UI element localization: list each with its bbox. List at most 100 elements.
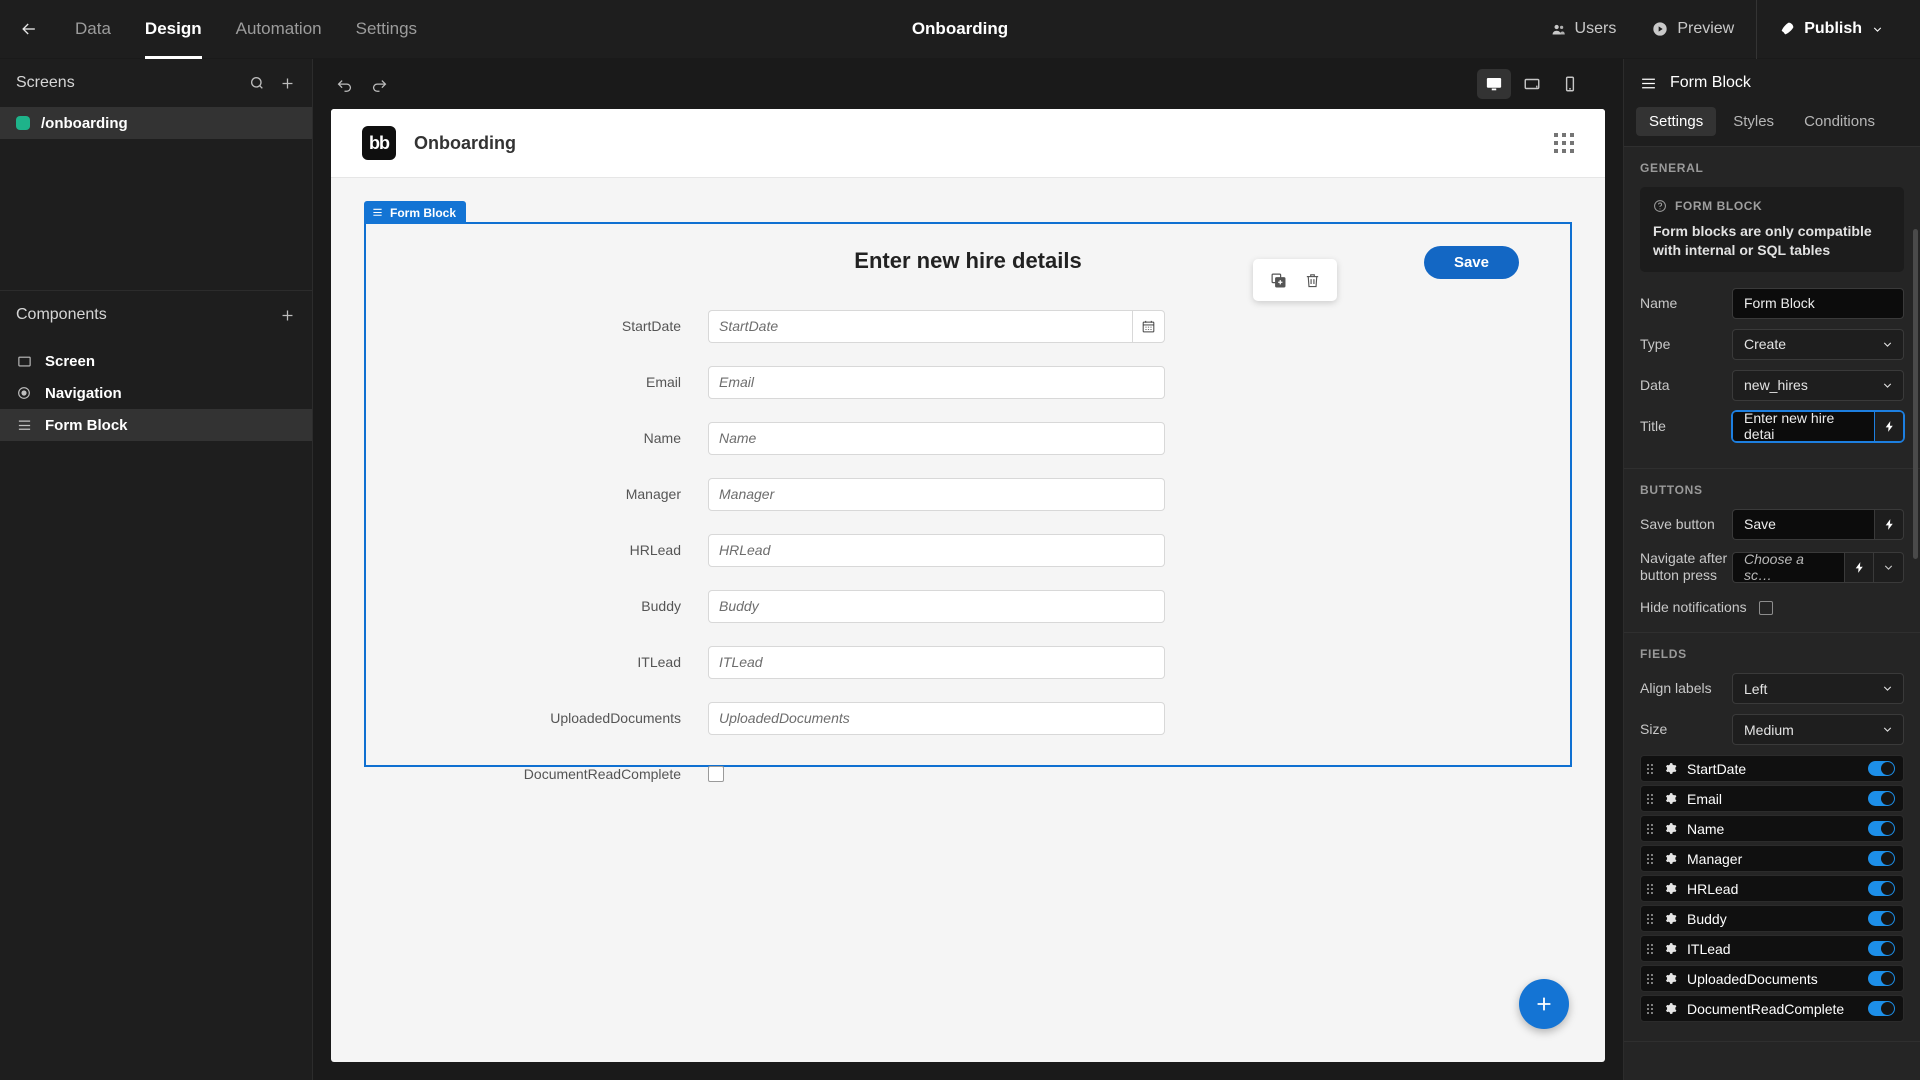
field-item-uploadeddocuments[interactable]: UploadedDocuments xyxy=(1640,965,1904,993)
back-button[interactable] xyxy=(0,0,58,59)
device-mobile-button[interactable] xyxy=(1553,69,1587,99)
field-item-documentreadcomplete-toggle[interactable] xyxy=(1868,1001,1895,1017)
device-tablet-button[interactable] xyxy=(1515,69,1549,99)
field-item-manager-toggle[interactable] xyxy=(1868,851,1895,867)
form-title-input[interactable]: Enter new hire detai xyxy=(1732,410,1874,442)
uploadeddocuments-input[interactable]: UploadedDocuments xyxy=(708,701,1165,735)
form-title-binding-button[interactable] xyxy=(1874,410,1904,442)
form-field-name-label: Name xyxy=(643,430,681,446)
field-item-name[interactable]: Name xyxy=(1640,815,1904,843)
gear-icon[interactable] xyxy=(1664,762,1677,775)
align-labels-value: Left xyxy=(1744,680,1768,697)
field-item-buddy-toggle[interactable] xyxy=(1868,911,1895,927)
nav-tab-automation[interactable]: Automation xyxy=(219,0,339,59)
publish-button[interactable]: Publish xyxy=(1761,0,1902,59)
drag-handle-icon[interactable] xyxy=(1647,943,1654,954)
gear-icon[interactable] xyxy=(1664,822,1677,835)
field-item-documentreadcomplete-label: DocumentReadComplete xyxy=(1687,1000,1845,1017)
duplicate-button[interactable] xyxy=(1264,266,1292,294)
nav-tab-design[interactable]: Design xyxy=(128,0,219,59)
drag-handle-icon[interactable] xyxy=(1647,913,1654,924)
navigate-binding-button[interactable] xyxy=(1844,551,1874,583)
form-name-input[interactable]: Form Block xyxy=(1732,287,1904,319)
right-panel-scrollbar[interactable] xyxy=(1913,229,1918,559)
setting-title-row: Title Enter new hire detai xyxy=(1640,409,1905,443)
drag-handle-icon[interactable] xyxy=(1647,793,1654,804)
hrlead-input[interactable]: HRLead xyxy=(708,533,1165,567)
nav-tab-settings[interactable]: Settings xyxy=(339,0,434,59)
form-field-hrlead-label: HRLead xyxy=(629,542,681,558)
tab-conditions[interactable]: Conditions xyxy=(1791,107,1888,136)
sidebar-item-screen-label: Screen xyxy=(45,352,96,370)
gear-icon[interactable] xyxy=(1664,942,1677,955)
manager-input[interactable]: Manager xyxy=(708,477,1165,511)
field-item-itlead[interactable]: ITLead xyxy=(1640,935,1904,963)
field-item-manager[interactable]: Manager xyxy=(1640,845,1904,873)
field-item-email[interactable]: Email xyxy=(1640,785,1904,813)
field-item-startdate-toggle[interactable] xyxy=(1868,761,1895,777)
sidebar-item-screen[interactable]: Screen xyxy=(0,345,312,377)
grid-dots-icon[interactable] xyxy=(1554,133,1574,153)
tab-styles[interactable]: Styles xyxy=(1720,107,1787,136)
setting-title-control: Enter new hire detai xyxy=(1731,409,1905,443)
startdate-input[interactable]: StartDate xyxy=(708,309,1132,343)
device-desktop-button[interactable] xyxy=(1477,69,1511,99)
drag-handle-icon[interactable] xyxy=(1647,1003,1654,1014)
form-save-button[interactable]: Save xyxy=(1423,246,1519,279)
gear-icon[interactable] xyxy=(1664,972,1677,985)
sidebar-item-onboarding-screen[interactable]: /onboarding xyxy=(0,107,312,139)
sidebar-item-form-block[interactable]: Form Block xyxy=(0,409,312,441)
sidebar-item-navigation[interactable]: Navigation xyxy=(0,377,312,409)
gear-icon[interactable] xyxy=(1664,882,1677,895)
users-button[interactable]: Users xyxy=(1533,0,1635,59)
drag-handle-icon[interactable] xyxy=(1647,853,1654,864)
save-button-input[interactable]: Save xyxy=(1732,508,1874,540)
email-input[interactable]: Email xyxy=(708,365,1165,399)
gear-icon[interactable] xyxy=(1664,912,1677,925)
add-component-fab[interactable] xyxy=(1519,979,1569,1029)
undo-icon[interactable] xyxy=(335,75,354,94)
field-item-itlead-toggle[interactable] xyxy=(1868,941,1895,957)
field-item-uploadeddocuments-toggle[interactable] xyxy=(1868,971,1895,987)
plus-icon[interactable] xyxy=(279,75,296,92)
size-select[interactable]: Medium xyxy=(1732,714,1904,746)
save-button-binding-button[interactable] xyxy=(1874,508,1904,540)
field-item-hrlead[interactable]: HRLead xyxy=(1640,875,1904,903)
drag-handle-icon[interactable] xyxy=(1647,973,1654,984)
align-labels-select[interactable]: Left xyxy=(1732,673,1904,705)
redo-icon[interactable] xyxy=(370,75,389,94)
drag-handle-icon[interactable] xyxy=(1647,883,1654,894)
field-item-name-toggle[interactable] xyxy=(1868,821,1895,837)
calendar-icon[interactable] xyxy=(1132,309,1165,343)
field-item-buddy[interactable]: Buddy xyxy=(1640,905,1904,933)
field-item-hrlead-toggle[interactable] xyxy=(1868,881,1895,897)
plus-icon[interactable] xyxy=(279,307,296,324)
drag-handle-icon[interactable] xyxy=(1647,763,1654,774)
itlead-input[interactable]: ITLead xyxy=(708,645,1165,679)
field-item-documentreadcomplete[interactable]: DocumentReadComplete xyxy=(1640,995,1904,1023)
hide-notifications-checkbox[interactable] xyxy=(1758,600,1773,615)
gear-icon[interactable] xyxy=(1664,852,1677,865)
delete-button[interactable] xyxy=(1298,266,1326,294)
nav-tab-data-label: Data xyxy=(75,19,111,38)
navigate-group: Choose a sc… xyxy=(1732,551,1904,583)
form-data-select[interactable]: new_hires xyxy=(1732,369,1904,401)
preview-button[interactable]: Preview xyxy=(1634,0,1752,59)
nav-tab-data[interactable]: Data xyxy=(58,0,128,59)
gear-icon[interactable] xyxy=(1664,792,1677,805)
search-icon[interactable] xyxy=(249,75,265,91)
form-block-component[interactable]: Form Block Enter new hire details Save S… xyxy=(364,201,1572,782)
tab-settings[interactable]: Settings xyxy=(1636,107,1717,136)
form-field-buddy-control: Buddy xyxy=(708,589,1165,623)
field-item-startdate[interactable]: StartDate xyxy=(1640,755,1904,783)
navigate-dropdown-button[interactable] xyxy=(1874,551,1904,583)
buddy-input[interactable]: Buddy xyxy=(708,589,1165,623)
setting-type-label: Type xyxy=(1640,335,1671,352)
gear-icon[interactable] xyxy=(1664,1002,1677,1015)
drag-handle-icon[interactable] xyxy=(1647,823,1654,834)
field-item-email-toggle[interactable] xyxy=(1868,791,1895,807)
documentreadcomplete-checkbox[interactable] xyxy=(708,766,724,782)
name-input[interactable]: Name xyxy=(708,421,1165,455)
navigate-screen-input[interactable]: Choose a sc… xyxy=(1732,551,1844,583)
form-type-select[interactable]: Create xyxy=(1732,328,1904,360)
